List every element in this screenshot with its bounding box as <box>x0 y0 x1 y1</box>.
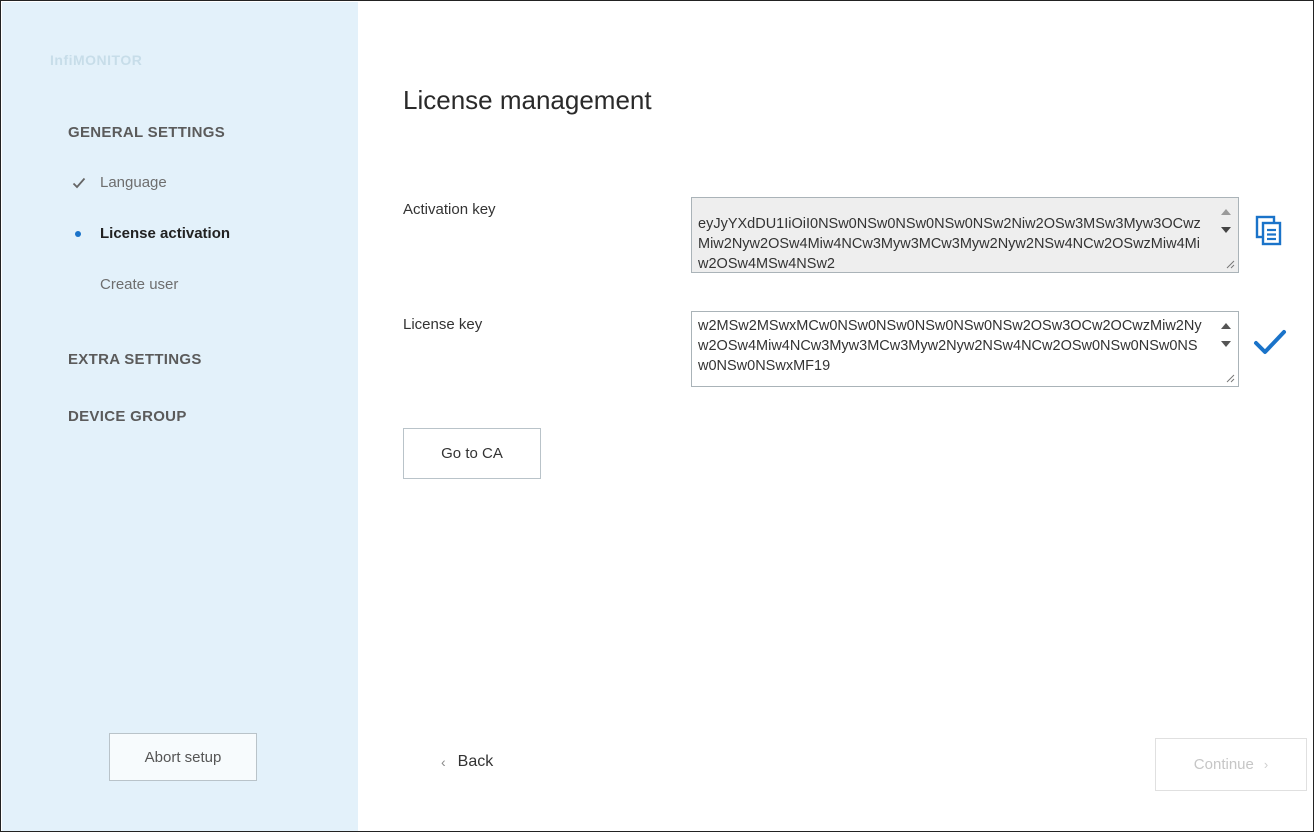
checkmark-icon <box>1253 329 1287 357</box>
chevron-right-icon: › <box>1263 757 1269 772</box>
resize-grip-icon[interactable] <box>1223 257 1235 269</box>
sidebar-item-license-activation[interactable]: License activation <box>72 225 230 242</box>
sidebar-item-language[interactable]: Language <box>72 174 167 191</box>
license-key-value: w2MSw2MSwxMCw0NSw0NSw0NSw0NSw0NSw2OSw3OC… <box>698 318 1202 374</box>
license-key-label: License key <box>403 316 483 333</box>
scroll-up-icon[interactable] <box>1221 209 1231 215</box>
chevron-left-icon: ‹ <box>441 754 446 770</box>
scroll-down-icon[interactable] <box>1221 341 1231 347</box>
activation-key-label: Activation key <box>403 201 496 218</box>
resize-grip-icon[interactable] <box>1223 371 1235 383</box>
sidebar-item-label: Language <box>100 174 167 191</box>
back-label: Back <box>457 753 494 770</box>
dot-icon <box>72 230 92 237</box>
license-key-field[interactable]: w2MSw2MSwxMCw0NSw0NSw0NSw0NSw0NSw2OSw3OC… <box>691 311 1239 387</box>
check-icon <box>72 177 92 189</box>
copy-icon[interactable] <box>1255 215 1283 247</box>
go-to-ca-button[interactable]: Go to CA <box>403 428 541 479</box>
back-button[interactable]: ‹ Back <box>441 753 493 771</box>
page-title: License management <box>403 85 652 115</box>
activation-key-field[interactable]: eyJyYXdDU1IiOiI0NSw0NSw0NSw0NSw0NSw2Niw2… <box>691 197 1239 273</box>
sidebar-item-create-user[interactable]: Create user <box>100 276 178 293</box>
abort-setup-button[interactable]: Abort setup <box>109 733 257 781</box>
sidebar-item-label: License activation <box>100 225 231 242</box>
scroll-up-icon[interactable] <box>1221 323 1231 329</box>
continue-label: Continue <box>1193 756 1254 773</box>
section-extra-settings[interactable]: EXTRA SETTINGS <box>68 351 202 368</box>
setup-window: InfiMONITOR GENERAL SETTINGS Language Li… <box>0 0 1314 832</box>
sidebar-item-label: Create user <box>100 276 179 293</box>
sidebar: InfiMONITOR GENERAL SETTINGS Language Li… <box>2 2 358 831</box>
section-general-settings[interactable]: GENERAL SETTINGS <box>68 124 225 141</box>
scroll-down-icon[interactable] <box>1221 227 1231 233</box>
app-title: InfiMONITOR <box>50 52 143 68</box>
activation-key-value: eyJyYXdDU1IiOiI0NSw0NSw0NSw0NSw0NSw2Niw2… <box>698 216 1201 272</box>
continue-button[interactable]: Continue › <box>1155 738 1307 791</box>
section-device-group[interactable]: DEVICE GROUP <box>68 408 187 425</box>
